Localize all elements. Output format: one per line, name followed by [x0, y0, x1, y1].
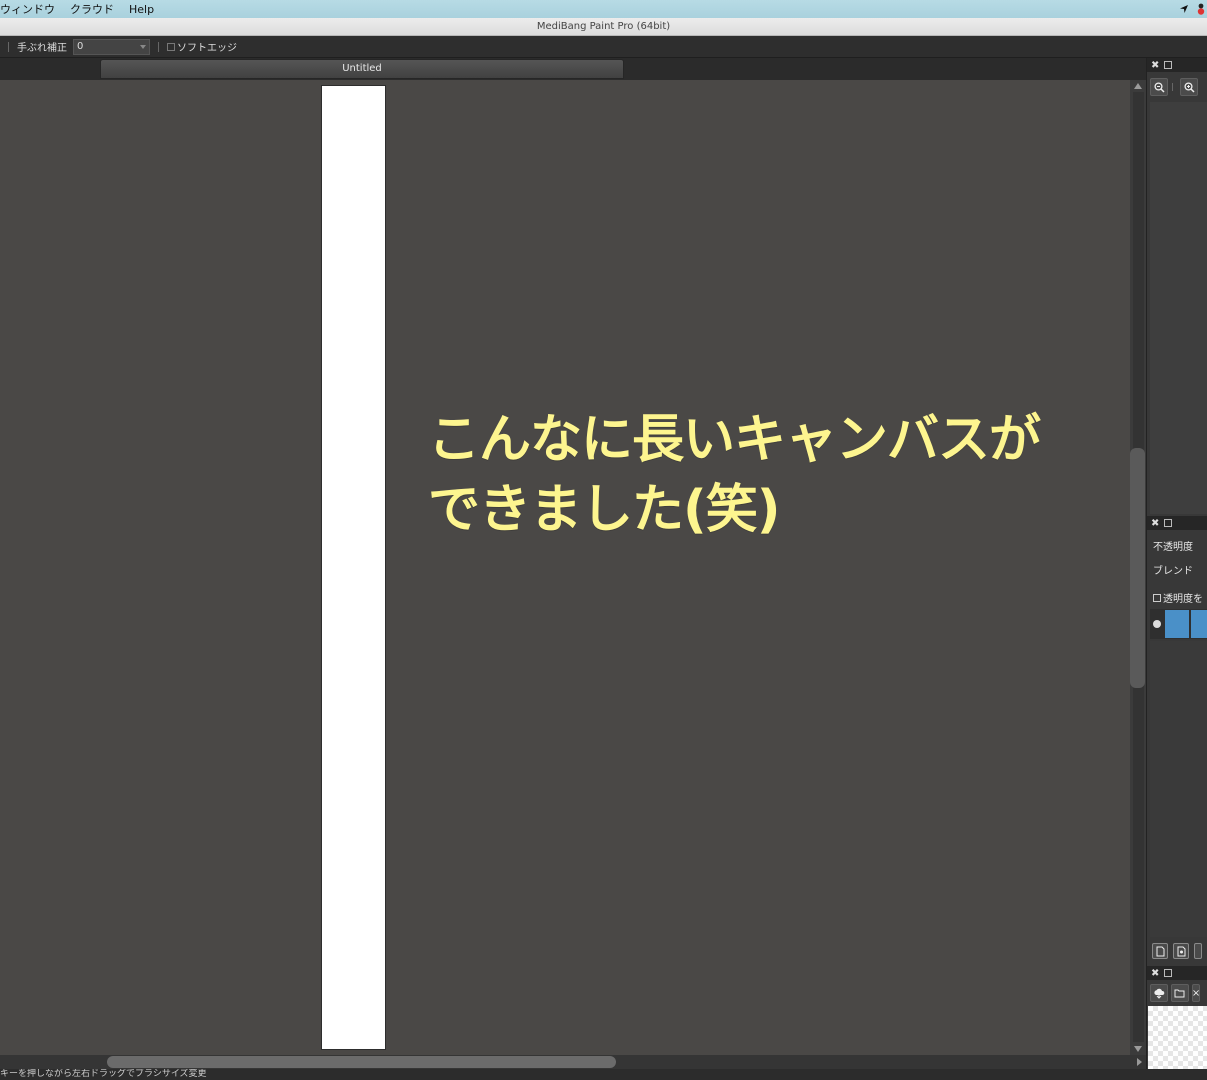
- visibility-eye-icon[interactable]: [1153, 620, 1161, 628]
- annotation-text: こんなに長いキャンバスが できました(笑): [428, 410, 1041, 540]
- menu-window[interactable]: ウィンドウ: [0, 1, 55, 17]
- menu-bar: ウィンドウ クラウド Help: [0, 0, 1207, 18]
- protect-alpha-option[interactable]: 透明度を: [1153, 590, 1203, 605]
- layer-toolbar: [1147, 940, 1207, 962]
- chevron-down-icon: [140, 44, 146, 49]
- undock-icon[interactable]: [1164, 969, 1173, 977]
- canvas-paper[interactable]: [322, 86, 385, 1049]
- soft-edge-option[interactable]: ソフトエッジ: [167, 39, 237, 54]
- material-toolbar: ×: [1147, 982, 1207, 1004]
- document-tab-strip: Untitled: [0, 58, 1146, 80]
- scroll-up-arrow-icon[interactable]: [1134, 83, 1142, 89]
- close-icon[interactable]: ✖: [1151, 60, 1159, 71]
- tool-options-bar: 手ぶれ補正 0 ソフトエッジ: [0, 36, 1207, 58]
- layer-thumbnail: [1191, 610, 1207, 638]
- scroll-thumb[interactable]: [1130, 448, 1145, 688]
- layer-thumbnail: [1165, 610, 1189, 638]
- protect-alpha-checkbox[interactable]: [1153, 594, 1161, 602]
- soft-edge-label: ソフトエッジ: [177, 43, 237, 54]
- material-panel-header: ✖: [1147, 966, 1207, 980]
- material-preview: [1148, 1006, 1207, 1069]
- divider: [1172, 83, 1173, 91]
- close-icon[interactable]: ✖: [1151, 968, 1159, 979]
- more-layer-tools-icon[interactable]: [1194, 943, 1202, 959]
- layer-row[interactable]: [1150, 609, 1207, 639]
- navigator-panel-header: ✖: [1147, 58, 1207, 72]
- undock-icon[interactable]: [1164, 519, 1173, 527]
- menu-cloud[interactable]: クラウド: [70, 1, 114, 17]
- right-panel-dock: ✖ ✖ 不透明度 ブレンド 透明度を ✖ ×: [1146, 58, 1207, 1069]
- vertical-scrollbar[interactable]: [1130, 80, 1146, 1055]
- status-bar: キーを押しながら左右ドラッグでブラシサイズ変更: [0, 1069, 1207, 1080]
- zoom-out-icon[interactable]: [1150, 78, 1168, 96]
- menu-help[interactable]: Help: [129, 3, 154, 16]
- menubar-status-area: [1179, 0, 1207, 18]
- undock-icon[interactable]: [1164, 61, 1173, 69]
- canvas-area[interactable]: [0, 80, 1130, 1055]
- document-tab[interactable]: Untitled: [100, 59, 624, 79]
- scroll-down-arrow-icon[interactable]: [1134, 1046, 1142, 1052]
- opacity-label: 不透明度: [1153, 542, 1193, 553]
- new-layer-icon[interactable]: [1152, 943, 1168, 959]
- navigator-preview[interactable]: [1150, 102, 1207, 514]
- stabilizer-value: 0: [77, 40, 84, 52]
- layers-list[interactable]: [1150, 641, 1207, 937]
- window-title: MediBang Paint Pro (64bit): [0, 18, 1207, 36]
- blend-label: ブレンド: [1153, 566, 1193, 577]
- layer-panel-header: ✖: [1147, 516, 1207, 530]
- zoom-in-icon[interactable]: [1180, 78, 1198, 96]
- stabilizer-select[interactable]: 0: [73, 38, 150, 55]
- duplicate-layer-icon[interactable]: [1173, 943, 1189, 959]
- stabilizer-label: 手ぶれ補正: [17, 43, 67, 54]
- close-icon[interactable]: ✖: [1151, 518, 1159, 529]
- location-arrow-icon[interactable]: [1179, 4, 1189, 14]
- soft-edge-checkbox[interactable]: [167, 42, 175, 51]
- folder-open-icon[interactable]: [1171, 984, 1189, 1002]
- protect-alpha-label: 透明度を: [1163, 594, 1203, 605]
- cloud-download-icon[interactable]: [1150, 984, 1168, 1002]
- status-app-icon[interactable]: [1197, 3, 1205, 15]
- divider: [8, 41, 9, 52]
- divider: [158, 41, 159, 52]
- scroll-right-arrow-icon[interactable]: [1137, 1058, 1142, 1066]
- navigator-toolbar: [1147, 76, 1207, 98]
- horizontal-scroll-thumb[interactable]: [107, 1056, 616, 1068]
- horizontal-scrollbar[interactable]: [0, 1055, 1146, 1069]
- close-icon[interactable]: ×: [1192, 984, 1200, 1002]
